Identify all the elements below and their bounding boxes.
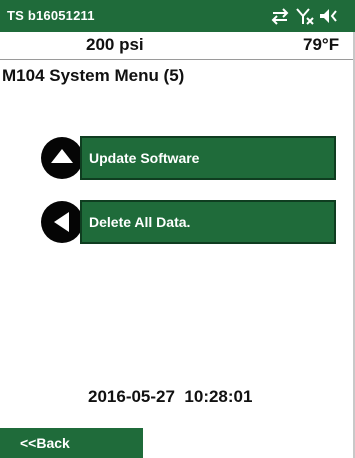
left-arrow-key-icon[interactable] (41, 201, 83, 243)
menu-title: M104 System Menu (5) (2, 66, 185, 85)
no-signal-icon (296, 8, 314, 25)
delete-all-data-label: Delete All Data. (89, 214, 191, 230)
back-button[interactable]: <<Back (0, 428, 143, 458)
delete-all-data-button[interactable]: Delete All Data. (80, 200, 336, 244)
back-label: <<Back (20, 435, 70, 451)
readings-bar: 200 psi 79°F (0, 32, 355, 60)
device-id: TS b16051211 (7, 8, 95, 23)
temperature-reading: 79°F (303, 35, 340, 54)
update-software-label: Update Software (89, 150, 200, 166)
pressure-reading: 200 psi (86, 35, 144, 54)
datetime-display: 2016-05-27 10:28:01 (88, 387, 253, 406)
update-software-button[interactable]: Update Software (80, 136, 336, 180)
speaker-muted-icon (320, 9, 337, 23)
data-transfer-icon (271, 8, 289, 25)
up-triangle-icon (51, 149, 73, 163)
left-triangle-icon (54, 212, 69, 232)
status-icons (271, 8, 337, 25)
up-arrow-key-icon[interactable] (41, 137, 83, 179)
status-bar: TS b16051211 (0, 0, 355, 32)
